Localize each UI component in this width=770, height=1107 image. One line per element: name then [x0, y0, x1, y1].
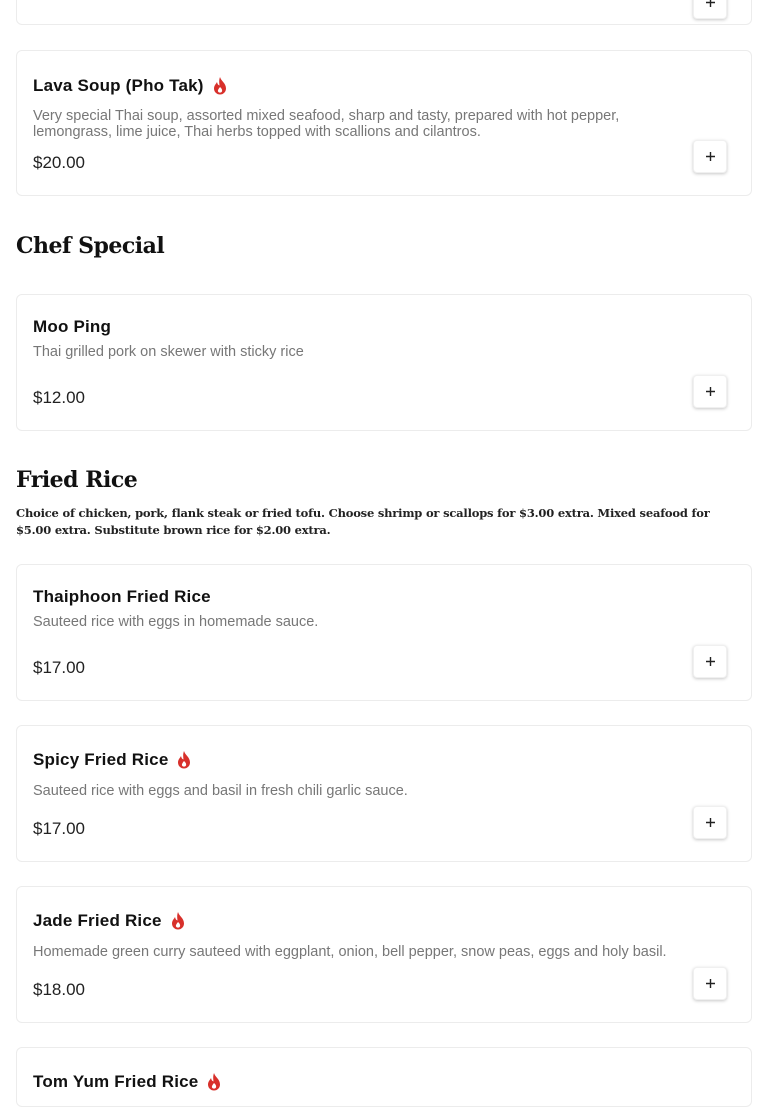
add-to-cart-button[interactable]: [693, 645, 727, 678]
add-to-cart-button[interactable]: [693, 806, 727, 839]
item-price: $20.00: [33, 153, 85, 172]
item-price: $18.00: [33, 980, 85, 999]
item-name: Lava Soup (Pho Tak): [33, 76, 228, 96]
menu-item-card-previous[interactable]: [16, 0, 752, 25]
flame-icon: [213, 77, 226, 95]
item-price: $17.00: [33, 658, 85, 677]
item-name: Spicy Fried Rice: [33, 750, 192, 770]
plus-icon: [705, 0, 715, 7]
plus-icon: [705, 387, 715, 396]
add-to-cart-button[interactable]: [693, 967, 727, 1000]
menu-item-card[interactable]: Thaiphoon Fried Rice Sauteed rice with e…: [16, 564, 752, 701]
plus-icon: [705, 979, 715, 988]
add-to-cart-button[interactable]: [693, 375, 727, 408]
add-to-cart-button[interactable]: [693, 140, 727, 173]
item-description: Homemade green curry sauteed with eggpla…: [33, 944, 667, 960]
section-title-fried-rice: Fried Rice: [16, 467, 138, 493]
section-note: Choice of chicken, pork, flank steak or …: [16, 506, 710, 537]
item-price: $12.00: [33, 388, 85, 407]
item-description: Sauteed rice with eggs and basil in fres…: [33, 783, 408, 799]
item-name: Moo Ping: [33, 317, 112, 336]
item-price: $17.00: [33, 819, 85, 838]
menu-item-card[interactable]: Tom Yum Fried Rice: [16, 1047, 752, 1107]
flame-icon: [208, 1073, 221, 1091]
plus-icon: [705, 657, 715, 666]
item-description: Sauteed rice with eggs in homemade sauce…: [33, 614, 319, 630]
menu-item-card[interactable]: Spicy Fried Rice Sauteed rice with eggs …: [16, 725, 752, 862]
item-description: Very special Thai soup, assorted mixed s…: [33, 108, 620, 140]
add-to-cart-button[interactable]: [693, 0, 727, 19]
item-name: Jade Fried Rice: [33, 911, 186, 931]
item-description: Thai grilled pork on skewer with sticky …: [33, 344, 304, 360]
plus-icon: [705, 152, 715, 161]
menu-item-card[interactable]: Moo Ping Thai grilled pork on skewer wit…: [16, 294, 752, 431]
flame-icon: [178, 751, 191, 769]
item-name: Tom Yum Fried Rice: [33, 1072, 222, 1092]
menu-item-card[interactable]: Jade Fried Rice Homemade green curry sau…: [16, 886, 752, 1023]
plus-icon: [705, 818, 715, 827]
section-title-chef-special: Chef Special: [16, 233, 165, 259]
menu-item-card[interactable]: Lava Soup (Pho Tak) Very special Thai so…: [16, 50, 752, 196]
flame-icon: [171, 912, 184, 930]
item-name: Thaiphoon Fried Rice: [33, 587, 211, 606]
